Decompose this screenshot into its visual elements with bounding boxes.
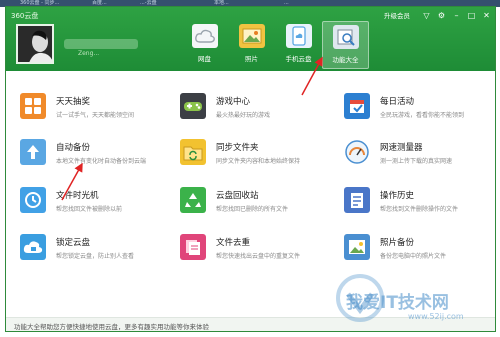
feature-desc: 本地文件有变化时自动备份到云端 — [56, 158, 147, 165]
lock-cloud-icon — [20, 234, 46, 260]
feature-title: 云盘回收站 — [216, 191, 259, 201]
nav-phone-cloud[interactable]: 手机云盘 — [275, 21, 322, 69]
user-id: Zeng... — [78, 50, 100, 57]
window-header: 360云盘 Zeng... 网盘 照片 手机云盘 功能大全 升级会员 ▽ ⚙ –… — [6, 7, 495, 71]
feature-desc: 测一测上传下载的真实网速 — [380, 158, 453, 165]
top-nav: 网盘 照片 手机云盘 功能大全 — [181, 21, 369, 69]
feature-title: 每日活动 — [380, 97, 415, 107]
sync-folder-icon — [180, 139, 206, 165]
feature-desc: 试一试手气，天天都能领空间 — [56, 112, 135, 119]
nav-label: 手机云盘 — [285, 55, 312, 63]
recycle-bin-icon — [180, 187, 206, 213]
daily-activity-icon — [344, 93, 370, 119]
gamepad-icon — [180, 93, 206, 119]
feature-card-time-machine[interactable]: 文件时光机 帮您找回文件被删除以前 — [11, 181, 156, 225]
feature-desc: 最火热最好玩的游戏 — [216, 112, 271, 119]
nav-label: 功能大全 — [332, 56, 359, 64]
nav-cloud-disk[interactable]: 网盘 — [181, 21, 228, 69]
feature-card-daily-activity[interactable]: 每日活动 全民玩游戏，看看你能不能领到 — [335, 87, 480, 131]
feature-card-game-center[interactable]: 游戏中心 最火热最好玩的游戏 — [171, 87, 316, 131]
status-text: 功能大全帮助您方便快捷地使用云盘，更多有趣实用功能等你来体验 — [14, 323, 209, 331]
nav-label: 网盘 — [198, 55, 211, 63]
avatar-image — [18, 26, 52, 62]
site-watermark: 我爱IT技术网 www.52ij.com — [330, 268, 500, 332]
auto-backup-icon — [20, 139, 46, 165]
feature-desc: 全民玩游戏，看看你能不能领到 — [380, 112, 465, 119]
feature-title: 网速测量器 — [380, 143, 423, 153]
feature-title: 照片备份 — [380, 238, 415, 248]
feature-title: 操作历史 — [380, 191, 415, 201]
shirt-icon[interactable]: ▽ — [422, 11, 431, 20]
avatar[interactable] — [16, 24, 54, 64]
feature-title: 游戏中心 — [216, 97, 251, 107]
lottery-icon — [20, 93, 46, 119]
upgrade-vip-link[interactable]: 升级会员 — [384, 10, 410, 20]
feature-card-auto-backup[interactable]: 自动备份 本地文件有变化时自动备份到云端 — [11, 133, 156, 177]
username-blurred — [64, 39, 138, 49]
feature-card-operation-history[interactable]: 操作历史 帮您找到文件删除操作的文件 — [335, 181, 480, 225]
feature-desc: 备份您电脑中的照片文件 — [380, 253, 447, 260]
maximize-icon[interactable]: □ — [467, 11, 476, 20]
feature-title: 自动备份 — [56, 143, 91, 153]
feature-desc: 帮您找到文件删除操作的文件 — [380, 206, 459, 213]
feature-card-speed-test[interactable]: 网速测量器 测一测上传下载的真实网速 — [335, 133, 480, 177]
feature-desc: 帮您锁定云盘，防止别人查看 — [56, 253, 135, 260]
app-title: 360云盘 — [11, 12, 39, 20]
feature-card-photo-backup[interactable]: 照片备份 备份您电脑中的照片文件 — [335, 228, 480, 272]
nav-photos[interactable]: 照片 — [228, 21, 275, 69]
feature-card-recycle-bin[interactable]: 云盘回收站 帮您找回已删除的所有文件 — [171, 181, 316, 225]
gear-icon[interactable]: ⚙ — [437, 11, 446, 20]
feature-title: 文件去重 — [216, 238, 251, 248]
feature-desc: 帮您快速找出云盘中的重复文件 — [216, 253, 301, 260]
feature-card-lottery[interactable]: 天天抽奖 试一试手气，天天都能领空间 — [11, 87, 156, 131]
feature-title: 锁定云盘 — [56, 238, 91, 248]
nav-label: 照片 — [245, 55, 258, 63]
feature-title: 文件时光机 — [56, 191, 99, 201]
time-machine-icon — [20, 187, 46, 213]
feature-card-lock-cloud[interactable]: 锁定云盘 帮您锁定云盘，防止别人查看 — [11, 228, 156, 272]
minimize-icon[interactable]: – — [452, 11, 461, 20]
watermark-url: www.52ij.com — [408, 312, 464, 321]
dedupe-icon — [180, 234, 206, 260]
photo-backup-icon — [344, 234, 370, 260]
close-icon[interactable]: ✕ — [482, 11, 491, 20]
watermark-text: 我爱IT技术网 — [346, 293, 449, 313]
photo-icon — [238, 24, 265, 48]
feature-card-dedupe[interactable]: 文件去重 帮您快速找出云盘中的重复文件 — [171, 228, 316, 272]
window-controls: 升级会员 ▽ ⚙ – □ ✕ — [384, 10, 491, 21]
phone-cloud-icon — [285, 24, 312, 48]
feature-card-sync-folder[interactable]: 同步文件夹 同步文件夹内容和本地始终保持 — [171, 133, 316, 177]
feature-desc: 帮您找回文件被删除以前 — [56, 206, 123, 213]
speed-test-icon — [344, 139, 370, 165]
screen: 360云盘 - 同步... 百度... ...-云盘 本地... ... 360… — [0, 0, 500, 337]
feature-title: 同步文件夹 — [216, 143, 259, 153]
cloud-disk-icon — [191, 24, 218, 48]
all-features-icon — [332, 25, 359, 49]
nav-all-features[interactable]: 功能大全 — [322, 21, 369, 69]
feature-desc: 同步文件夹内容和本地始终保持 — [216, 158, 301, 165]
feature-desc: 帮您找回已删除的所有文件 — [216, 206, 289, 213]
feature-title: 天天抽奖 — [56, 97, 91, 107]
history-icon — [344, 187, 370, 213]
